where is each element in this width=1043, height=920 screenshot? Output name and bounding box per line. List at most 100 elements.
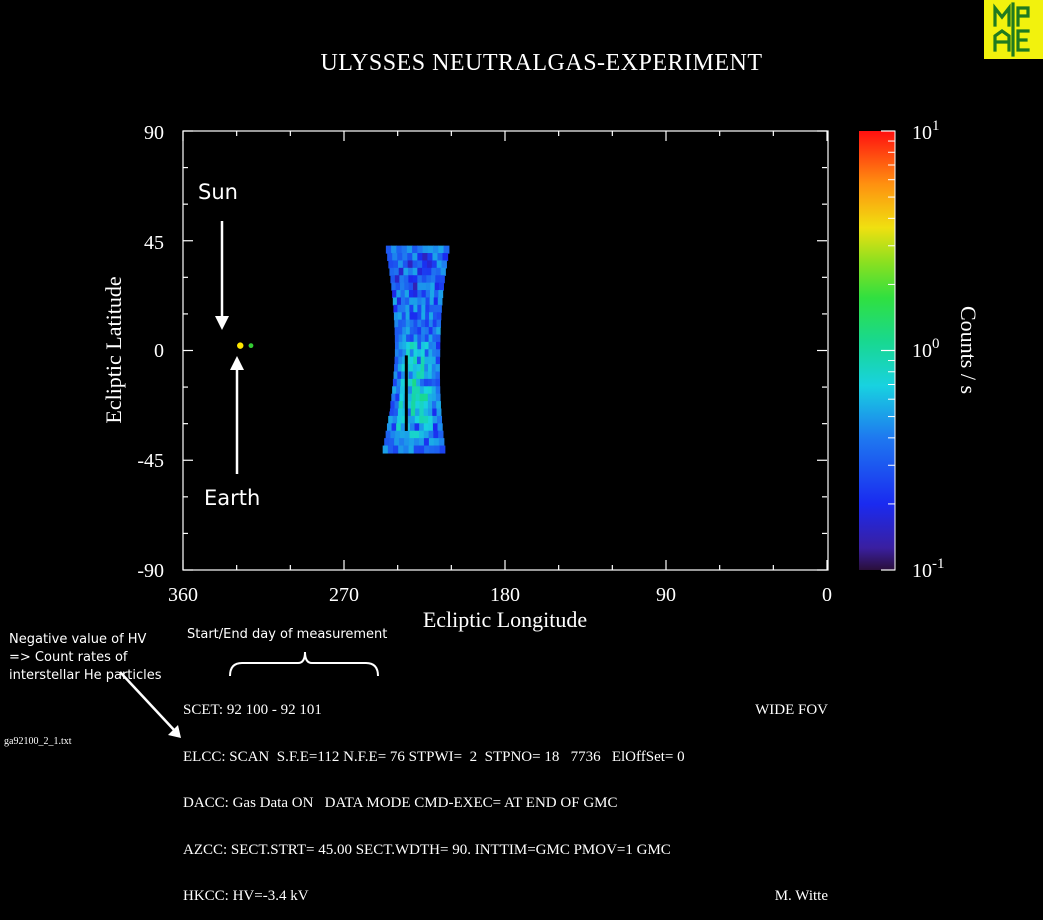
heatmap-cell <box>404 275 409 283</box>
heatmap-cell <box>398 364 402 372</box>
heatmap-cell <box>421 320 425 328</box>
heatmap-cell <box>424 386 429 394</box>
heatmap-cell <box>424 357 428 365</box>
heatmap-cell <box>395 342 399 350</box>
heatmap-cell <box>432 357 436 365</box>
heatmap-cell <box>432 379 436 387</box>
heatmap-cell <box>430 297 435 305</box>
heatmap-cell <box>413 364 417 372</box>
heatmap-cell <box>422 275 427 283</box>
heatmap-gap <box>405 355 408 431</box>
heatmap-cell <box>413 290 418 298</box>
heatmap-cell <box>417 297 422 305</box>
heatmap-cell <box>417 342 421 350</box>
y-axis-ticks <box>183 131 827 570</box>
heatmap-cell <box>427 268 432 276</box>
heatmap-cell <box>391 246 397 254</box>
colorbar-tick-label: 101 <box>912 118 940 144</box>
heatmap-cell <box>438 431 443 439</box>
heatmap-cell <box>414 327 418 335</box>
heatmap-cell <box>395 394 400 402</box>
heatmap-cell <box>421 297 426 305</box>
heatmap-cell <box>437 305 442 313</box>
heatmap-cell <box>383 446 389 454</box>
heatmap-cell <box>395 357 399 365</box>
x-tick-label: 180 <box>490 584 520 606</box>
heatmap-cell <box>399 394 404 402</box>
heatmap-cell <box>422 268 427 276</box>
heatmap-cell <box>399 349 403 357</box>
heatmap-cell <box>431 268 436 276</box>
heatmap-cell <box>408 260 413 268</box>
heatmap-cell <box>416 379 420 387</box>
heatmap-cell <box>393 297 398 305</box>
heatmap-cell <box>424 394 429 402</box>
heatmap-cell <box>416 394 421 402</box>
heatmap-cell <box>436 364 440 372</box>
heatmap-cell <box>424 431 429 439</box>
heatmap-cell <box>403 446 409 454</box>
heatmap-cell <box>384 438 390 446</box>
heatmap-cell <box>425 320 429 328</box>
heatmap-cell <box>434 438 440 446</box>
heatmap-cell <box>398 327 402 335</box>
hkcc-line: HKCC: HV=-3.4 kV <box>183 888 309 904</box>
heatmap-cell <box>402 312 407 320</box>
heatmap-cell <box>432 394 437 402</box>
heatmap-cell <box>395 349 399 357</box>
heatmap-cell <box>405 290 410 298</box>
heatmap-cell <box>416 386 421 394</box>
heatmap-cell <box>417 253 423 261</box>
heatmap-cell <box>414 349 418 357</box>
heatmap-cell <box>421 327 425 335</box>
heatmap-cell <box>433 431 438 439</box>
heatmap-cell <box>417 327 421 335</box>
heatmap-cell <box>408 379 412 387</box>
heatmap-cell <box>429 342 433 350</box>
heatmap-cell <box>399 275 404 283</box>
heatmap-cell <box>414 438 420 446</box>
heatmap-cell <box>393 446 399 454</box>
heatmap-cell <box>402 334 406 342</box>
heatmap-cell <box>435 283 440 291</box>
heatmap-cell <box>396 290 401 298</box>
heatmap-cell <box>428 371 432 379</box>
heatmap-cell <box>437 253 443 261</box>
heatmap-cell <box>430 290 435 298</box>
heatmap-cell <box>396 423 401 431</box>
heatmap-cell <box>410 349 414 357</box>
heatmap-cell <box>389 438 395 446</box>
heatmap-cell <box>394 268 399 276</box>
heatmap-cell <box>408 268 413 276</box>
heatmap-cell <box>426 283 431 291</box>
heatmap-cell <box>405 297 410 305</box>
colorbar-tick-label: 100 <box>912 336 940 362</box>
scet-line: SCET: 92 100 - 92 101 <box>183 702 322 718</box>
heatmap-cell <box>429 327 433 335</box>
azcc-line: AZCC: SECT.STRT= 45.00 SECT.WDTH= 90. IN… <box>183 842 671 858</box>
heatmap-cell <box>424 409 429 417</box>
heatmap-cell <box>415 409 420 417</box>
colorbar-label: Counts / s <box>956 306 981 394</box>
heatmap-cell <box>417 305 422 313</box>
heatmap-cell <box>423 246 429 254</box>
heatmap-cell <box>433 320 437 328</box>
heatmap-cell <box>429 431 434 439</box>
heatmap-cell <box>404 283 409 291</box>
heatmap-cell <box>433 312 438 320</box>
heatmap-cell <box>409 431 414 439</box>
heatmap-cell <box>394 371 398 379</box>
heatmap-cell <box>417 320 421 328</box>
heatmap-cell <box>437 416 442 424</box>
heatmap-cell <box>413 268 418 276</box>
heatmap-cell <box>411 409 416 417</box>
heatmap-cell <box>414 334 418 342</box>
start-end-note: Start/End day of measurement <box>187 627 387 642</box>
heatmap-cell <box>395 327 399 335</box>
heatmap-cell <box>434 446 440 454</box>
heatmap-cell <box>392 253 398 261</box>
heatmap-cell <box>400 386 405 394</box>
heatmap-cell <box>394 312 399 320</box>
heatmap-cell <box>431 275 436 283</box>
heatmap-cell <box>409 290 414 298</box>
